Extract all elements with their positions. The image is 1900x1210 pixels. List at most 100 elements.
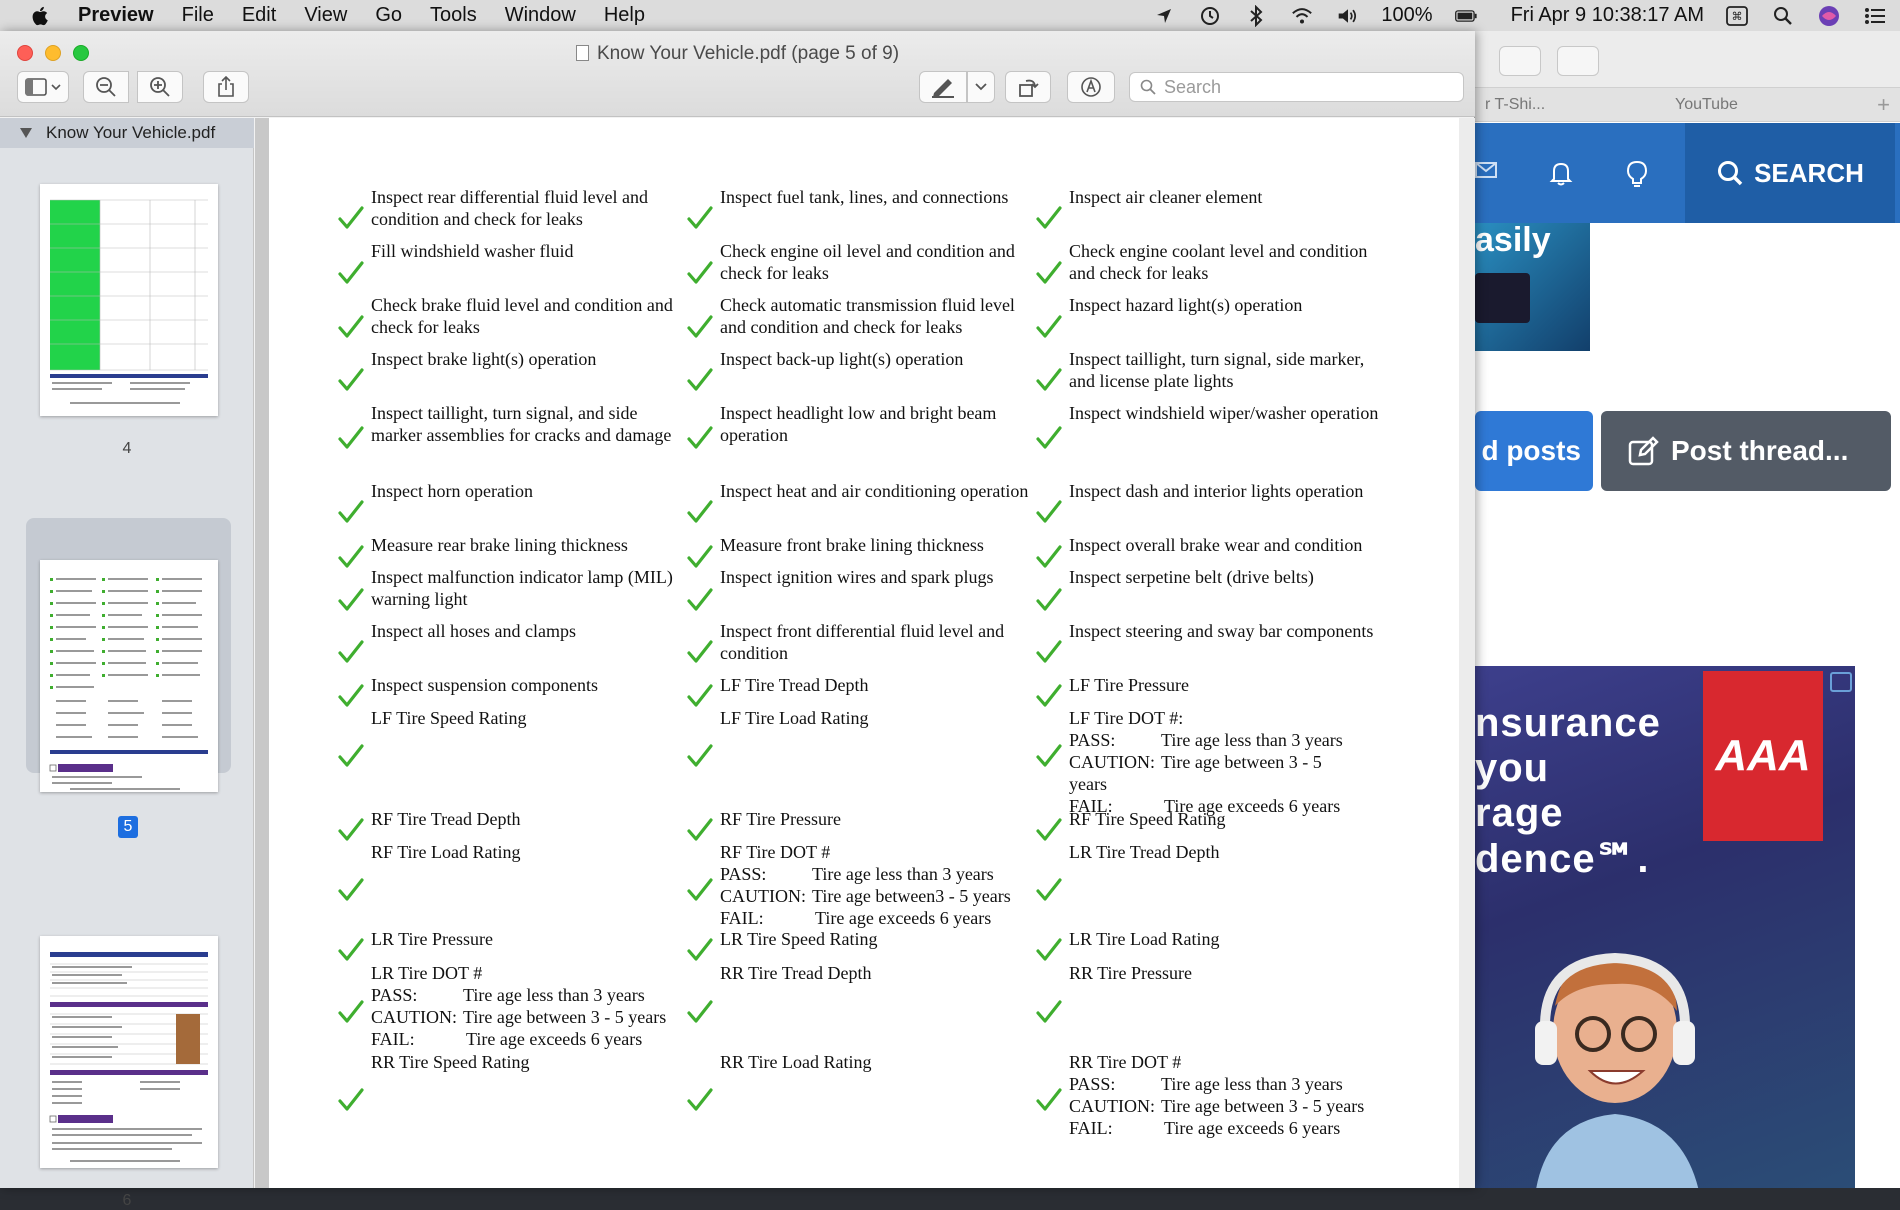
tire-item-label: LR Tire DOT # [371, 963, 483, 983]
site-search-button[interactable]: SEARCH [1685, 123, 1895, 223]
tabs-overview-button[interactable] [1557, 46, 1599, 76]
zoom-in-button[interactable] [137, 71, 183, 103]
share-button[interactable] [203, 71, 249, 103]
battery-icon[interactable] [1454, 5, 1477, 27]
window-title: Know Your Vehicle.pdf (page 5 of 9) [0, 43, 1475, 65]
checkmark-icon [338, 878, 364, 901]
checkmark-icon [687, 878, 713, 901]
search-placeholder: Search [1164, 76, 1222, 97]
sidebar-toggle-button[interactable] [17, 71, 69, 103]
rotate-button[interactable] [1005, 71, 1051, 103]
menu-tools[interactable]: Tools [430, 4, 477, 27]
checkmark-icon [338, 744, 364, 767]
checklist-item-text: Inspect serpetine belt (drive belts) [1069, 567, 1314, 587]
checkmark-icon [687, 640, 713, 663]
share-button[interactable] [1499, 46, 1541, 76]
lightbulb-icon[interactable] [1625, 159, 1655, 189]
checkmark-icon [687, 684, 713, 707]
thumbnail-sidebar: Know Your Vehicle.pdf 4 5 6 [0, 118, 254, 1209]
bell-icon[interactable] [1547, 159, 1577, 189]
checkmark-icon [1036, 1000, 1062, 1023]
checkmark-icon [338, 315, 364, 338]
keyboard-shortcut-icon[interactable]: ⌘ [1726, 5, 1748, 27]
checkmark-icon [1036, 261, 1062, 284]
spotlight-search-icon[interactable] [1772, 5, 1794, 27]
tire-item-label: RF Tire Pressure [720, 809, 842, 829]
browser-tab-youtube[interactable]: YouTube [1675, 96, 1738, 114]
share-icon [218, 76, 234, 97]
aaa-logo-text: AAA [1715, 731, 1811, 780]
zoom-out-button[interactable] [83, 71, 129, 103]
post-thread-button[interactable]: Post thread... [1601, 411, 1891, 491]
document-view[interactable]: Inspect rear differential fluid level an… [255, 118, 1459, 1188]
tire-age-grade-label: PASS: [1069, 730, 1116, 750]
menu-view[interactable]: View [304, 4, 347, 27]
tire-item-label: LR Tire Tread Depth [1069, 842, 1220, 862]
site-search-label: SEARCH [1754, 157, 1864, 188]
menu-window[interactable]: Window [505, 4, 576, 27]
menu-go[interactable]: Go [375, 4, 402, 27]
preview-window: Know Your Vehicle.pdf (page 5 of 9) Sear… [0, 31, 1475, 1209]
mail-icon[interactable] [1475, 159, 1505, 189]
thumbnail-page-6[interactable] [40, 936, 218, 1168]
checklist-item-text: Inspect front differential fluid level a… [720, 621, 1005, 663]
menu-help[interactable]: Help [604, 4, 645, 27]
checkmark-icon [687, 426, 713, 449]
sidebar-document-header[interactable]: Know Your Vehicle.pdf [0, 118, 254, 148]
disclosure-triangle-icon[interactable] [20, 128, 32, 138]
checklist-item-text: Inspect horn operation [371, 481, 533, 501]
markup-dropdown-button[interactable] [967, 71, 995, 103]
checkmark-icon [338, 1000, 364, 1023]
promo-banner[interactable]: asily [1475, 223, 1590, 351]
new-tab-button[interactable]: + [1877, 92, 1890, 118]
location-icon[interactable] [1153, 5, 1175, 27]
checkmark-icon [338, 206, 364, 229]
thumbnail-label-4: 4 [122, 440, 132, 457]
notification-center-icon[interactable] [1864, 5, 1886, 27]
thumbnail-page-5[interactable] [40, 560, 218, 792]
menu-app-name[interactable]: Preview [78, 4, 154, 27]
wifi-icon[interactable] [1291, 5, 1313, 27]
markup-highlight-button[interactable] [919, 71, 967, 103]
menu-file[interactable]: File [182, 4, 214, 27]
menu-edit[interactable]: Edit [242, 4, 276, 27]
checkmark-icon [338, 684, 364, 707]
tire-age-grade-text: Tire age less than 3 years [1161, 1074, 1343, 1094]
tire-age-grade-text: Tire age between 3 - 5 [1161, 752, 1322, 772]
scrollbar-track[interactable] [1459, 118, 1475, 1188]
menu-clock[interactable]: Fri Apr 9 10:38:17 AM [1511, 4, 1704, 27]
checklist-item-text: Inspect air cleaner element [1069, 187, 1263, 207]
markup-toolbar-button[interactable] [1067, 71, 1115, 103]
markup-icon [1081, 77, 1101, 97]
new-posts-button[interactable]: d posts [1475, 411, 1593, 491]
bluetooth-icon[interactable] [1245, 4, 1267, 27]
tire-item-label: LR Tire Load Rating [1069, 929, 1220, 949]
browser-tab-tshirt[interactable]: r T-Shi... [1485, 96, 1545, 114]
checklist-item-text: Inspect malfunction indicator lamp (MIL)… [371, 567, 673, 609]
tire-age-grade-label: CAUTION: [371, 1007, 457, 1027]
checkmark-icon [338, 818, 364, 841]
siri-icon[interactable] [1818, 5, 1840, 27]
checkmark-icon [1036, 500, 1062, 523]
ad-line-3: rage [1475, 791, 1564, 835]
checkmark-icon [338, 588, 364, 611]
volume-icon[interactable] [1337, 5, 1359, 27]
search-field[interactable]: Search [1129, 72, 1464, 102]
tire-age-grade-text: Tire age between 3 - 5 years [1161, 1096, 1365, 1116]
ad-choices-icon[interactable] [1830, 672, 1852, 692]
checklist-item-text: Inspect rear differential fluid level an… [371, 187, 649, 229]
ad-line-2: you [1475, 746, 1550, 790]
checklist-item-text: Inspect windshield wiper/washer operatio… [1069, 403, 1379, 423]
checklist-item-text: Check engine oil level and condition and… [720, 241, 1015, 283]
sidebar-icon [25, 78, 61, 96]
apple-icon[interactable] [30, 5, 52, 27]
thumbnail-page-4[interactable] [40, 184, 218, 416]
ad-line-1: nsurance [1475, 701, 1661, 745]
checkmark-icon [338, 500, 364, 523]
checklist-item-text: Inspect back-up light(s) operation [720, 349, 964, 369]
checkmark-icon [1036, 368, 1062, 391]
battery-percent: 100% [1381, 4, 1433, 26]
advertisement[interactable]: nsurance you rage dence℠. AAA [1475, 666, 1855, 1188]
checkmark-icon [338, 261, 364, 284]
time-machine-icon[interactable] [1199, 5, 1221, 27]
